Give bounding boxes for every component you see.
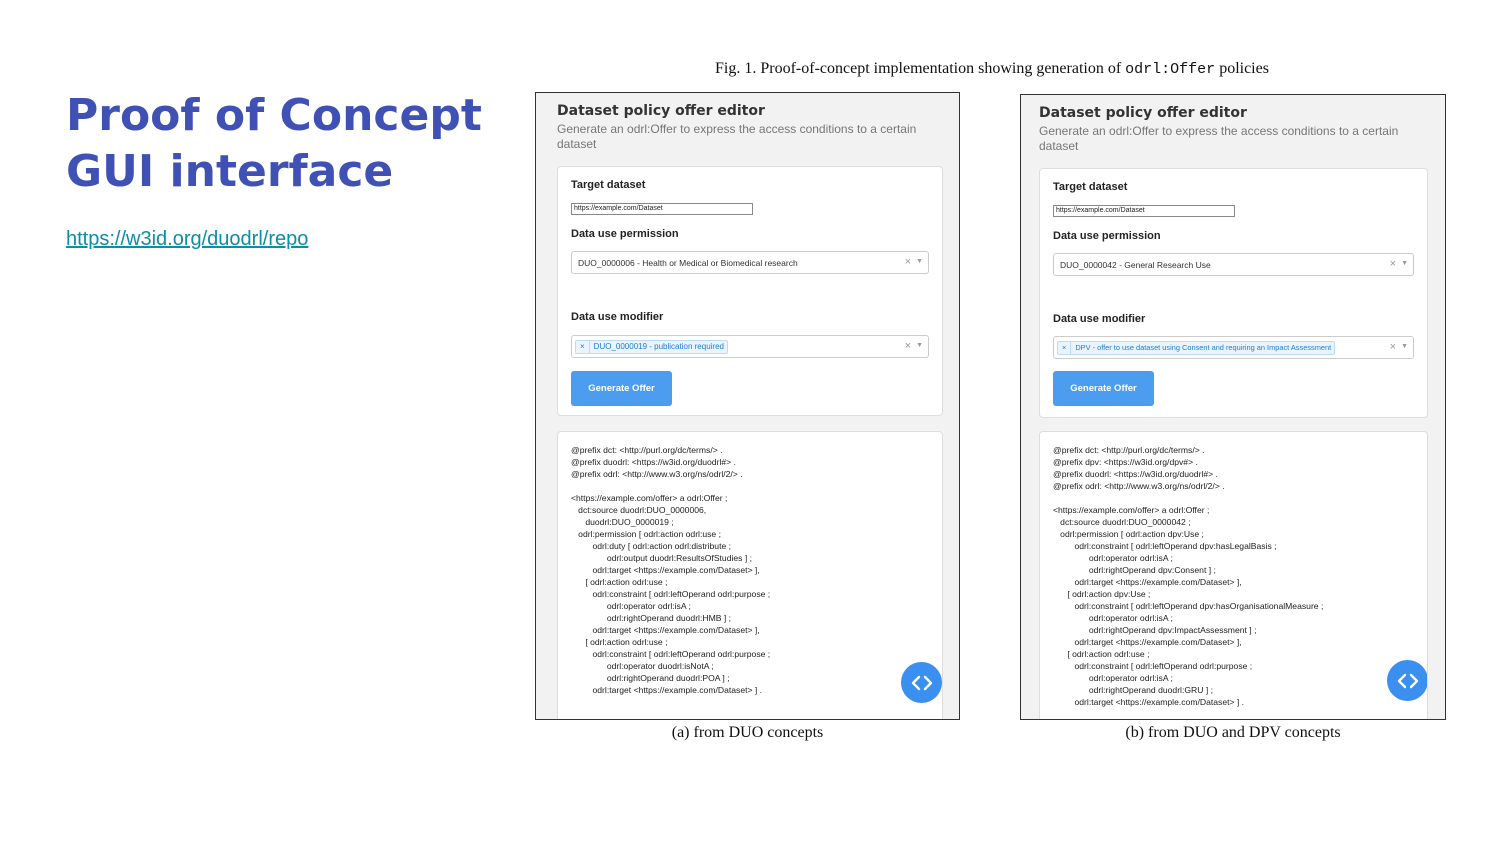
subcaption-a: (a) from DUO concepts [671,724,824,741]
figure-caption-prefix: Fig. 1. Proof-of-concept implementation … [715,60,1126,77]
chevron-down-icon[interactable]: ▼ [1401,343,1408,350]
editor-title: Dataset policy offer editor [557,103,765,119]
modifier-label: Data use modifier [571,311,664,323]
code-line: odrl:constraint [ odrl:leftOperand dpv:h… [1053,601,1324,611]
chevron-down-icon[interactable]: ▼ [1401,260,1408,267]
code-brackets-icon[interactable] [901,662,942,703]
editor-description: Generate an odrl:Offer to express the ac… [1039,124,1399,153]
slide-title: Proof of Concept GUI interface [66,88,506,200]
code-line: odrl:target <https://example.com/Dataset… [1053,577,1242,587]
permission-select[interactable]: DUO_0000042 - General Research Use × ▼ [1053,253,1414,276]
figure-caption-code: odrl:Offer [1125,61,1216,78]
code-line: odrl:operator odrl:isA ; [1053,673,1173,683]
code-line: @prefix duodrl: <https://w3id.org/duodrl… [1053,469,1218,479]
code-line: odrl:target <https://example.com/Dataset… [1053,697,1245,707]
code-line: odrl:operator odrl:isA ; [1053,553,1173,563]
modifier-select[interactable]: × DUO_0000019 - publication required × ▼ [571,335,929,358]
slide-title-line-2: GUI interface [66,146,394,197]
code-line: odrl:output duodrl:ResultsOfStudies ] ; [571,553,753,563]
permission-label: Data use permission [1053,230,1161,242]
code-lines: @prefix dct: <http://purl.org/dc/terms/>… [1053,444,1323,708]
tag-remove-icon[interactable]: × [576,341,590,353]
code-line: [ odrl:action odrl:use ; [571,577,668,587]
code-line: odrl:duty [ odrl:action odrl:distribute … [571,541,732,551]
generated-policy-output: @prefix dct: <http://purl.org/dc/terms/>… [557,431,943,719]
generate-offer-button[interactable]: Generate Offer [1053,371,1154,406]
code-line: dct:source duodrl:DUO_0000006, [571,505,707,515]
modifier-select[interactable]: × DPV - offer to use dataset using Consen… [1053,336,1414,359]
target-dataset-label: Target dataset [1053,181,1128,193]
close-icon[interactable]: × [1390,341,1396,353]
code-line: odrl:rightOperand dpv:Consent ] ; [1053,565,1216,575]
target-dataset-label: Target dataset [571,179,646,191]
target-dataset-input[interactable]: https://example.com/Dataset [1053,205,1235,217]
code-line: @prefix odrl: <http://www.w3.org/ns/odrl… [571,469,743,479]
code-line: odrl:constraint [ odrl:leftOperand odrl:… [571,589,771,599]
code-lines: @prefix dct: <http://purl.org/dc/terms/>… [571,444,770,696]
code-brackets-icon[interactable] [1387,660,1427,701]
generated-policy-output: @prefix dct: <http://purl.org/dc/terms/>… [1039,431,1428,719]
code-line: <https://example.com/offer> a odrl:Offer… [1053,505,1210,515]
permission-select[interactable]: DUO_0000006 - Health or Medical or Biome… [571,251,929,274]
code-line: odrl:rightOperand duodrl:HMB ] ; [571,613,732,623]
code-line: odrl:operator duodrl:isNotA ; [571,661,714,671]
code-line: [ odrl:action odrl:use ; [1053,649,1150,659]
editor-title: Dataset policy offer editor [1039,105,1247,121]
code-line: @prefix dct: <http://purl.org/dc/terms/>… [571,445,723,455]
modifier-tag: × DUO_0000019 - publication required [575,340,728,354]
code-line: odrl:rightOperand duodrl:POA ] ; [571,673,730,683]
offer-form: Target dataset https://example.com/Datas… [1039,168,1428,418]
code-line: odrl:target <https://example.com/Dataset… [1053,637,1242,647]
generate-offer-button[interactable]: Generate Offer [571,371,672,406]
code-line: @prefix dpv: <https://w3id.org/dpv#> . [1053,457,1198,467]
code-line: odrl:permission [ odrl:action dpv:Use ; [1053,529,1204,539]
modifier-label: Data use modifier [1053,313,1146,325]
code-line: <https://example.com/offer> a odrl:Offer… [571,493,728,503]
code-line: odrl:rightOperand duodrl:GRU ] ; [1053,685,1214,695]
code-line: @prefix dct: <http://purl.org/dc/terms/>… [1053,445,1205,455]
code-line: odrl:constraint [ odrl:leftOperand odrl:… [1053,661,1253,671]
code-line: odrl:constraint [ odrl:leftOperand odrl:… [571,649,771,659]
code-line: duodrl:DUO_0000019 ; [571,517,674,527]
chevron-down-icon[interactable]: ▼ [916,258,923,265]
code-line: [ odrl:action dpv:Use ; [1053,589,1151,599]
code-line: odrl:target <https://example.com/Dataset… [571,565,760,575]
subcaption-b: (b) from DUO and DPV concepts [1125,724,1341,741]
code-line: odrl:operator odrl:isA ; [1053,613,1173,623]
code-line: @prefix duodrl: <https://w3id.org/duodrl… [571,457,736,467]
screenshot-panel-a: Dataset policy offer editor Generate an … [535,92,960,720]
permission-label: Data use permission [571,228,679,240]
code-line: odrl:rightOperand dpv:ImpactAssessment ]… [1053,625,1257,635]
figure-caption: Fig. 1. Proof-of-concept implementation … [540,60,1444,78]
tag-remove-icon[interactable]: × [1058,342,1072,354]
code-line: odrl:target <https://example.com/Dataset… [571,685,763,695]
slide-title-line-1: Proof of Concept [66,90,482,141]
figure-caption-suffix: policies [1215,60,1269,77]
target-dataset-input[interactable]: https://example.com/Dataset [571,203,753,215]
modifier-tag-label: DPV - offer to use dataset using Consent… [1075,343,1332,352]
repo-link[interactable]: https://w3id.org/duodrl/repo [66,228,308,251]
permission-selected-value: DUO_0000042 - General Research Use [1060,260,1211,270]
code-line: odrl:constraint [ odrl:leftOperand dpv:h… [1053,541,1277,551]
editor-description: Generate an odrl:Offer to express the ac… [557,122,917,151]
code-line: dct:source duodrl:DUO_0000042 ; [1053,517,1191,527]
permission-selected-value: DUO_0000006 - Health or Medical or Biome… [578,258,798,268]
offer-form: Target dataset https://example.com/Datas… [557,166,943,416]
code-line: odrl:permission [ odrl:action odrl:use ; [571,529,721,539]
modifier-tag-label: DUO_0000019 - publication required [593,342,724,351]
code-line: odrl:target <https://example.com/Dataset… [571,625,760,635]
modifier-tag: × DPV - offer to use dataset using Consen… [1057,341,1336,355]
screenshot-panel-b: Dataset policy offer editor Generate an … [1020,94,1446,720]
code-line: odrl:operator odrl:isA ; [571,601,691,611]
close-icon[interactable]: × [905,256,911,268]
close-icon[interactable]: × [1390,258,1396,270]
code-line: [ odrl:action odrl:use ; [571,637,668,647]
chevron-down-icon[interactable]: ▼ [916,342,923,349]
code-line: @prefix odrl: <http://www.w3.org/ns/odrl… [1053,481,1225,491]
close-icon[interactable]: × [905,340,911,352]
